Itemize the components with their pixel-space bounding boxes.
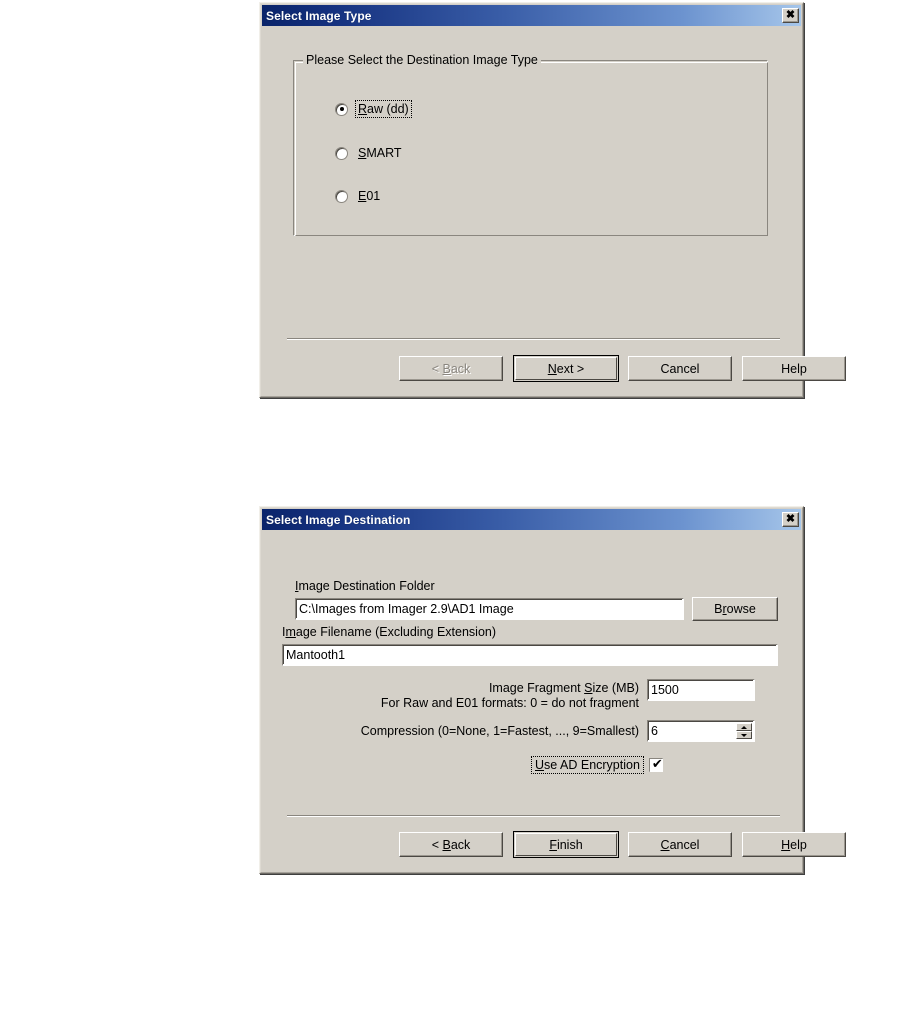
select-image-type-dialog: Select Image Type ✖ Please Select the De… [259, 2, 846, 398]
radio-option-smart[interactable]: SMART [335, 145, 404, 161]
close-icon: ✖ [785, 513, 796, 525]
back-button[interactable]: < Back [399, 832, 503, 857]
browse-button-label: Browse [714, 602, 756, 616]
back-button-label: < Back [431, 837, 471, 852]
spin-down-button[interactable] [736, 731, 752, 739]
cancel-button[interactable]: Cancel [628, 356, 732, 381]
image-fragment-size-label: Image Fragment Size (MB) For Raw and E01… [342, 681, 639, 711]
fragment-label-line2: For Raw and E01 formats: 0 = do not frag… [380, 696, 639, 710]
radio-option-raw-dd[interactable]: Raw (dd) [335, 100, 412, 118]
image-fragment-size-input[interactable]: 1500 [647, 679, 755, 701]
down-arrow-icon [741, 733, 747, 737]
help-button[interactable]: Help [742, 832, 846, 857]
close-icon: ✖ [785, 9, 796, 21]
close-button[interactable]: ✖ [782, 8, 799, 23]
use-ad-encryption-label: Use AD Encryption [531, 756, 644, 774]
up-arrow-icon [741, 725, 747, 729]
dialog-client-area: Please Select the Destination Image Type… [262, 28, 846, 395]
footer-separator [287, 338, 780, 340]
footer-separator [287, 815, 780, 817]
compression-value: 6 [651, 724, 658, 738]
radio-label: E01 [358, 189, 381, 203]
titlebar[interactable]: Select Image Type ✖ [262, 5, 801, 26]
next-button[interactable]: Next > [513, 355, 619, 382]
image-fragment-size-value: 1500 [651, 683, 679, 697]
select-image-destination-dialog: Select Image Destination ✖ Image Destina… [259, 506, 846, 874]
image-destination-folder-label: Image Destination Folder [295, 579, 435, 593]
radio-option-e01[interactable]: E01 [335, 188, 382, 204]
image-destination-folder-value: C:\Images from Imager 2.9\AD1 Image [299, 602, 514, 616]
dialog-title: Select Image Type [266, 8, 372, 23]
cancel-button-label: Cancel [660, 361, 700, 376]
cancel-button-label: Cancel [660, 837, 700, 852]
radio-label: SMART [358, 146, 402, 160]
help-button[interactable]: Help [742, 356, 846, 381]
image-filename-input[interactable]: Mantooth1 [282, 644, 778, 666]
back-button[interactable]: < Back [399, 356, 503, 381]
close-button[interactable]: ✖ [782, 512, 799, 527]
compression-label: Compression (0=None, 1=Fastest, ..., 9=S… [360, 724, 639, 738]
compression-stepper[interactable] [736, 723, 752, 739]
finish-button[interactable]: Finish [513, 831, 619, 858]
titlebar[interactable]: Select Image Destination ✖ [262, 509, 801, 530]
image-destination-folder-input[interactable]: C:\Images from Imager 2.9\AD1 Image [295, 598, 684, 620]
next-button-label: Next > [547, 361, 585, 376]
compression-input[interactable]: 6 [647, 720, 755, 742]
help-button-label: Help [781, 837, 807, 852]
radio-indicator[interactable] [335, 146, 348, 160]
radio-indicator[interactable] [335, 102, 348, 116]
use-ad-encryption-row[interactable]: Use AD Encryption ✔ [531, 756, 663, 774]
dialog-title: Select Image Destination [266, 512, 411, 527]
groupbox-legend: Please Select the Destination Image Type [303, 53, 541, 67]
use-ad-encryption-checkbox[interactable]: ✔ [648, 757, 663, 772]
back-button-label: < Back [431, 361, 471, 376]
radio-label: Raw (dd) [355, 100, 412, 118]
help-button-label: Help [781, 361, 807, 376]
checkmark-icon: ✔ [651, 757, 663, 772]
finish-button-label: Finish [549, 837, 583, 852]
radio-indicator[interactable] [335, 189, 348, 203]
fragment-label-line1: Image Fragment Size (MB) [488, 681, 639, 695]
image-filename-label: Image Filename (Excluding Extension) [282, 625, 497, 639]
spin-up-button[interactable] [736, 723, 752, 731]
browse-button[interactable]: Browse [692, 597, 778, 621]
cancel-button[interactable]: Cancel [628, 832, 732, 857]
image-filename-value: Mantooth1 [286, 648, 346, 662]
dialog-client-area: Image Destination Folder C:\Images from … [262, 532, 846, 871]
